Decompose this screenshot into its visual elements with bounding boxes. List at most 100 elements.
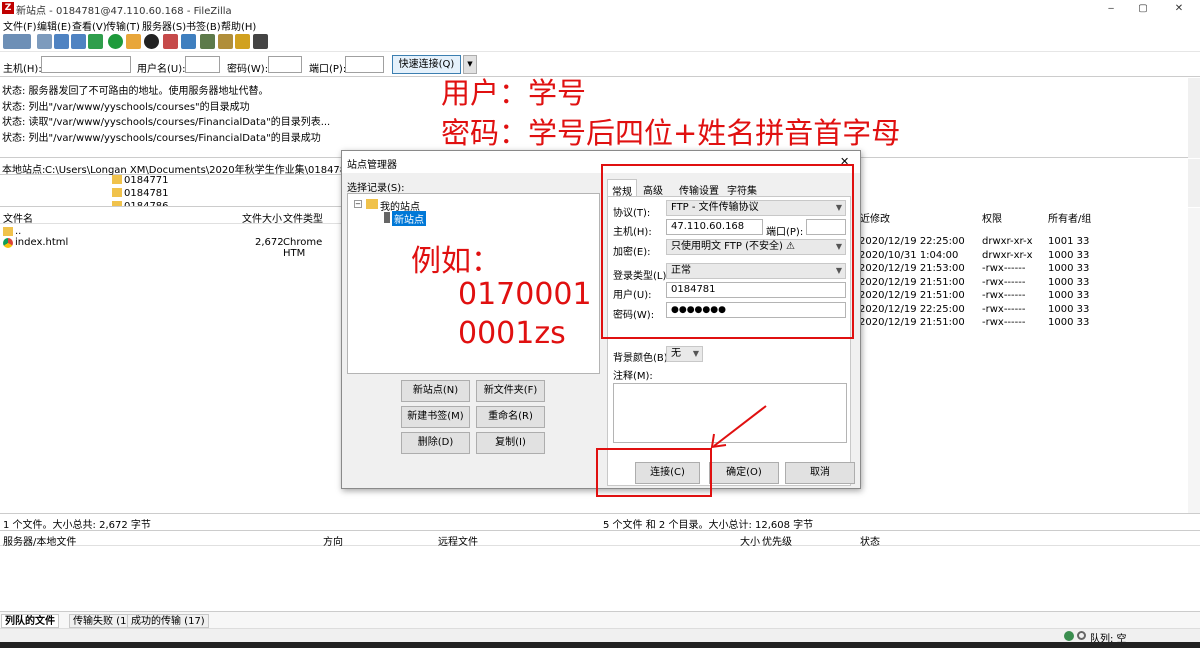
folder-icon [366,199,378,209]
tab-queued[interactable]: 列队的文件 [1,614,59,628]
col-filename[interactable]: 文件名 [3,210,33,225]
delete-button[interactable]: 删除(D) [401,432,470,454]
folder-icon [112,201,122,206]
log-line: 状态: 列出"/var/www/yyschools/courses/Financ… [2,133,321,144]
maximize-button[interactable]: ▢ [1128,1,1158,16]
table-row[interactable]: 2020/12/19 21:51:00 -rwx------ 1000 33 [859,277,1189,290]
select-entry-label: 选择记录(S): [347,183,405,194]
cancel-button[interactable]: 取消 [785,462,855,484]
cell-modified: 2020/12/19 22:25:00 [859,236,965,247]
local-path-input[interactable]: C:\Users\Longan XM\Documents\2020年秋学生作业集… [45,161,356,176]
list-item[interactable]: index.html [15,237,68,248]
cancel-icon[interactable] [144,34,159,49]
remote-tree-scrollbar[interactable] [1188,159,1200,207]
cell-modified: 2020/12/19 21:53:00 [859,263,965,274]
remote-list-scrollbar[interactable] [1188,208,1200,513]
menu-file[interactable]: 文件(F) [3,18,37,33]
table-row[interactable]: 2020/12/19 22:25:00 drwxr-xr-x 1001 33 [859,236,1189,249]
sync-browse-icon[interactable] [235,34,250,49]
new-bookmark-button[interactable]: 新建书签(M) [401,406,470,428]
log-line: 状态: 服务器发回了不可路由的地址。使用服务器地址代替。 [2,86,269,97]
close-button[interactable]: ✕ [1164,1,1194,16]
site-manager-icon[interactable] [3,34,31,49]
cell-owner: 1000 33 [1048,263,1090,274]
message-log-icon[interactable] [37,34,52,49]
log-line: 状态: 列出"/var/www/yyschools/courses"的目录成功 [2,102,250,113]
col-filetype[interactable]: 文件类型 [283,210,323,225]
col-size[interactable]: 大小 [740,533,760,548]
local-tree-icon[interactable] [54,34,69,49]
tree-collapse-icon[interactable]: − [354,200,362,208]
process-queue-icon[interactable] [126,34,141,49]
directory-listing-filter-icon[interactable] [200,34,215,49]
col-modified[interactable]: 近修改 [860,210,890,225]
table-row[interactable]: 2020/12/19 22:25:00 -rwx------ 1000 33 [859,304,1189,317]
cell-modified: 2020/12/19 22:25:00 [859,303,965,315]
local-site-label: 本地站点: [2,165,46,176]
new-site-button[interactable]: 新站点(N) [401,380,470,402]
remote-tree-icon[interactable] [71,34,86,49]
copy-button[interactable]: 复制(I) [476,432,545,454]
cell-perms: -rwx------ [982,303,1026,315]
search-icon[interactable] [253,34,268,49]
menu-transfer[interactable]: 传输(T) [106,18,140,33]
file-size: 2,672 [255,237,284,248]
col-server[interactable]: 服务器/本地文件 [3,533,76,548]
reconnect-icon[interactable] [181,34,196,49]
col-direction[interactable]: 方向 [323,533,343,548]
tree-item[interactable]: 0184786 [124,201,169,206]
bgcolor-label: 背景颜色(B) [613,353,668,364]
toggle-compare-icon[interactable] [218,34,233,49]
minimize-button[interactable]: ‒ [1096,1,1126,16]
status-bar: 队列: 空 [0,628,1200,645]
menu-help[interactable]: 帮助(H) [221,18,256,33]
col-priority[interactable]: 优先级 [762,533,792,548]
port-label: 端口(P): [309,64,347,75]
rename-button[interactable]: 重命名(R) [476,406,545,428]
menu-server[interactable]: 服务器(S) [142,18,186,33]
password-input[interactable] [268,56,302,73]
col-permissions[interactable]: 权限 [982,210,1002,225]
disconnect-icon[interactable] [163,34,178,49]
table-row[interactable]: 2020/12/19 21:51:00 -rwx------ 1000 33 [859,290,1189,303]
cell-perms: -rwx------ [982,263,1026,274]
password-label: 密码(W): [227,64,269,75]
transfer-queue-icon[interactable] [88,34,103,49]
bgcolor-value: 无 [671,348,681,359]
username-label: 用户名(U): [137,64,186,75]
col-remote-file[interactable]: 远程文件 [438,533,478,548]
menu-bookmarks[interactable]: 书签(B) [186,18,221,33]
bgcolor-select[interactable]: 无 ▼ [666,346,703,362]
local-file-list: .. index.html 2,672 Chrome HTM [0,225,340,265]
username-input[interactable] [185,56,220,73]
ok-button[interactable]: 确定(O) [709,462,779,484]
status-gear-icon [1064,631,1074,641]
annotation-password: 密码：学号后四位+姓名拼音首字母 [441,116,901,150]
new-folder-button[interactable]: 新文件夹(F) [476,380,545,402]
tree-item[interactable]: 0184781 [124,188,169,199]
tab-failed[interactable]: 传输失败 (1) [69,614,135,628]
table-row[interactable]: 2020/12/19 21:53:00 -rwx------ 1000 33 [859,263,1189,276]
port-input[interactable] [345,56,384,73]
col-owner[interactable]: 所有者/组 [1048,210,1091,225]
col-state[interactable]: 状态 [860,533,880,548]
taskbar-strip [0,642,1200,648]
host-input[interactable] [41,56,131,73]
chrome-icon [3,238,13,248]
tab-successful[interactable]: 成功的传输 (17) [127,614,209,628]
menu-view[interactable]: 查看(V) [72,18,107,33]
status-speed-icon [1077,631,1086,640]
col-filesize[interactable]: 文件大小 [242,210,282,225]
table-row[interactable]: 2020/10/31 1:04:00 drwxr-xr-x 1000 33 [859,250,1189,263]
log-scrollbar[interactable] [1188,78,1200,158]
tree-item[interactable]: 0184771 [124,175,169,186]
file-type: Chrome HTM [283,237,323,259]
folder-icon [112,188,122,197]
table-row[interactable]: 2020/12/19 21:51:00 -rwx------ 1000 33 [859,317,1189,330]
menu-edit[interactable]: 编辑(E) [37,18,71,33]
list-item[interactable]: .. [15,226,21,237]
tree-site[interactable]: 新站点 [392,211,426,226]
menu-bar: 文件(F) 编辑(E) 查看(V) 传输(T) 服务器(S) 书签(B) 帮助(… [0,17,1200,33]
refresh-icon[interactable] [108,34,123,49]
server-icon [384,212,390,223]
